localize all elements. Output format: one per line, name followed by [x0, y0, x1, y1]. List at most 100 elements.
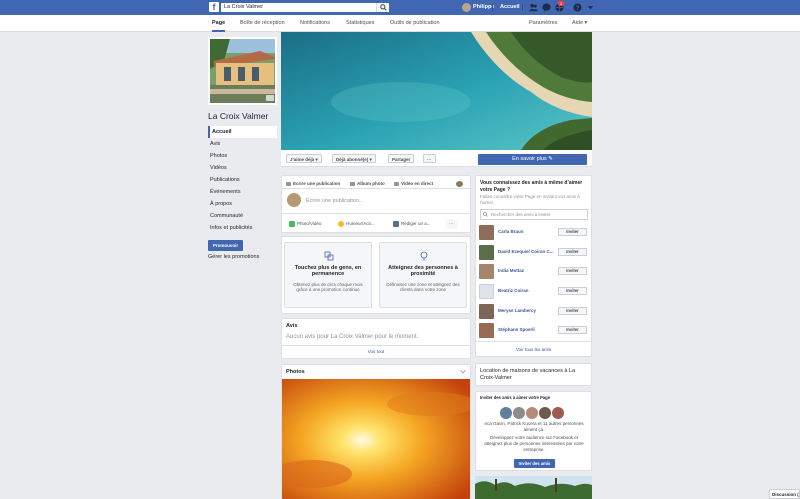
sidebar-item-home[interactable]: Accueil [208, 126, 277, 138]
avatar [513, 407, 525, 419]
friend-name[interactable]: David Ezequiel Coiran C... [498, 249, 554, 254]
chip-label: Humeur/Acti... [346, 221, 375, 226]
tab-photo-album[interactable]: Album photo [350, 181, 385, 186]
invite-friends-button[interactable]: Inviter des amis [514, 459, 555, 468]
sidebar-item-photos[interactable]: Photos [208, 150, 277, 162]
tab-settings[interactable]: Paramètres [529, 15, 557, 32]
promote-button[interactable]: Promouvoir [208, 240, 243, 251]
search-placeholder: Rechercher des amis à inviter [491, 212, 551, 217]
photo-video-chip[interactable]: Photo/Vidéo [289, 219, 321, 229]
invite-button[interactable]: Inviter [558, 248, 587, 256]
manage-promotions-link[interactable]: Gérer les promotions [208, 254, 259, 260]
profile-picture[interactable] [208, 37, 277, 105]
friend-search-input[interactable]: Rechercher des amis à inviter [480, 209, 588, 220]
promo-title: Touchez plus de gens, en permanence [294, 265, 362, 277]
invite-button[interactable]: Inviter [558, 267, 587, 275]
account-menu-caret-icon[interactable] [586, 3, 595, 12]
friend-requests-icon[interactable] [529, 3, 538, 12]
tab-insights[interactable]: Statistiques [346, 15, 374, 32]
garden-photo [475, 476, 592, 499]
search-icon [380, 4, 387, 11]
friend-name[interactable]: Meryse Lambercy [498, 308, 554, 313]
photo-icon [289, 221, 295, 227]
search-button[interactable] [376, 3, 389, 12]
friend-name[interactable]: Carla Braun [498, 229, 554, 234]
divider [492, 4, 493, 11]
sidebar-item-about[interactable]: À propos [208, 198, 277, 210]
reviews-title: Avis [286, 323, 298, 329]
more-options-chip[interactable]: ··· [445, 219, 458, 229]
tab-notifications[interactable]: Notifications [300, 15, 330, 32]
camera-icon[interactable] [266, 95, 274, 101]
sidebar-item-posts[interactable]: Publications [208, 174, 277, 186]
see-all-friends-link[interactable]: Voir tous les amis [476, 347, 591, 352]
friend-name[interactable]: India Mottaz [498, 268, 554, 273]
invite-button[interactable]: Inviter [558, 287, 587, 295]
help-icon[interactable]: ? [573, 3, 582, 12]
sunset-photo[interactable] [282, 379, 471, 499]
friends-avatars [500, 407, 570, 419]
tab-live-label: Vidéo en direct [401, 181, 434, 186]
category-card: Location de maisons de vacances à La Cro… [475, 363, 592, 386]
home-link[interactable]: Accueil [500, 3, 520, 12]
post-as-selector[interactable] [456, 181, 465, 187]
avatar [479, 225, 494, 240]
continuous-promotion-box[interactable]: Touchez plus de gens, en permanence Obte… [284, 242, 372, 308]
write-note-chip[interactable]: Rédiger un a... [393, 219, 431, 229]
list-item: David Ezequiel Coiran C... Inviter [479, 244, 588, 262]
friend-name[interactable]: Beatriz Coiran [498, 288, 554, 293]
share-button[interactable]: Partager [388, 154, 415, 163]
feeling-activity-chip[interactable]: Humeur/Acti... [338, 219, 375, 229]
promo-title: Atteignez des personnes à proximité [388, 265, 458, 277]
location-pin-icon [420, 251, 428, 261]
avatar [479, 304, 494, 319]
messenger-icon[interactable] [542, 3, 551, 12]
divider [282, 345, 470, 346]
sidebar-item-videos[interactable]: Vidéos [208, 162, 277, 174]
help-menu[interactable]: Aide ▾ [572, 15, 587, 32]
chat-bar[interactable]: Discussion ( [769, 489, 800, 499]
learn-more-button[interactable]: En savoir plus ✎ [478, 154, 587, 165]
tab-publishing-tools[interactable]: Outils de publication [390, 15, 440, 32]
divider [282, 213, 470, 214]
avatar [539, 407, 551, 419]
profile-link[interactable]: Philippe [462, 3, 494, 12]
tab-page[interactable]: Page [212, 15, 226, 32]
list-item: Beatriz Coiran Inviter [479, 283, 588, 301]
tab-write-post[interactable]: Écrire une publication [286, 181, 340, 186]
page-photo-preview[interactable] [475, 476, 592, 499]
page-avatar [287, 193, 301, 207]
local-promotion-box[interactable]: Atteignez des personnes à proximité Défi… [379, 242, 467, 308]
video-camera-icon [394, 181, 399, 186]
like-button[interactable]: J’aime déjà ▾ [286, 154, 322, 163]
sidebar-item-events[interactable]: Événements [208, 186, 277, 198]
category-text[interactable]: Location de maisons de vacances à La Cro… [480, 368, 588, 382]
more-button[interactable]: ··· [423, 154, 436, 163]
top-bar: f La Croix Valmer Philippe Accueil 1 ? [0, 0, 800, 15]
invite-button[interactable]: Inviter [558, 326, 587, 334]
page-name[interactable]: La Croix Valmer [208, 111, 268, 121]
cover-photo[interactable] [281, 32, 592, 150]
promo-description: Définissez une zone et atteignez des cli… [386, 282, 460, 292]
tab-live-video[interactable]: Vidéo en direct [394, 181, 433, 186]
divider [476, 341, 591, 342]
chip-label: Photo/Vidéo [297, 221, 322, 226]
avatar [500, 407, 512, 419]
promo-description: Obtenez plus de clics chaque mois grâce … [293, 282, 363, 292]
sidebar-item-reviews[interactable]: Avis [208, 138, 277, 150]
friends-like-text: Irca Gavin, Patrick Kucera et 11 autres … [484, 421, 584, 432]
photos-card: Photos [281, 364, 471, 499]
reviews-empty-text: Aucun avis pour La Croix Valmer pour le … [286, 334, 419, 340]
composer-input[interactable]: Écrire une publication... [306, 198, 363, 204]
follow-button[interactable]: Déjà abonné(e) ▾ [332, 154, 376, 163]
tab-inbox[interactable]: Boîte de réception [240, 15, 285, 32]
friend-name[interactable]: Stéphane Spoerli [498, 327, 554, 332]
sidebar-item-community[interactable]: Communauté [208, 210, 277, 222]
see-all-reviews-link[interactable]: Voir tout [282, 349, 470, 354]
chevron-down-icon[interactable] [460, 369, 466, 374]
facebook-logo-icon[interactable]: f [209, 2, 219, 12]
invite-button[interactable]: Inviter [558, 307, 587, 315]
search-input[interactable]: La Croix Valmer [221, 3, 389, 12]
sidebar-item-info-ads[interactable]: Infos et publicités [208, 222, 277, 234]
invite-button[interactable]: Inviter [558, 228, 587, 236]
